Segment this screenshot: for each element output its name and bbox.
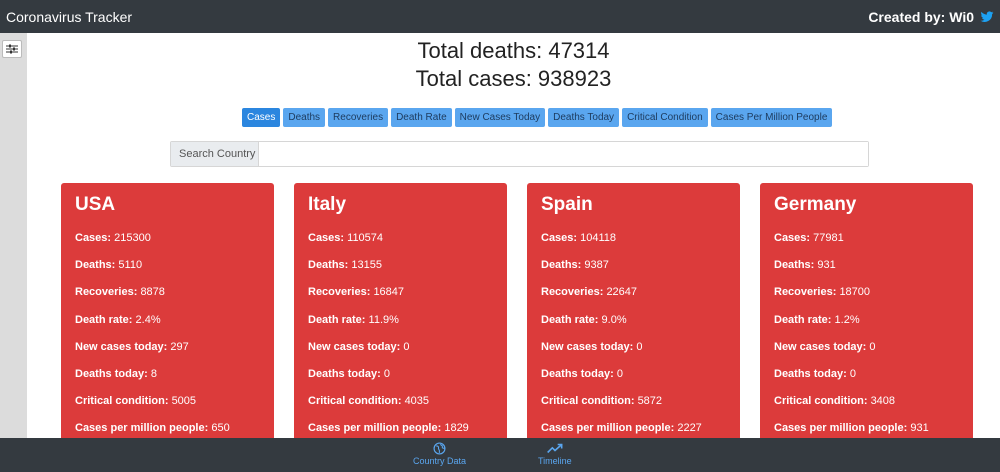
stat-death-rate: Death rate: 11.9% xyxy=(308,313,399,326)
app-title: Coronavirus Tracker xyxy=(6,8,133,25)
stat-deaths: Deaths: 5110 xyxy=(75,259,143,272)
stat-deaths-today: Deaths today: 0 xyxy=(308,367,390,380)
nav-country-data-label: Country Data xyxy=(413,456,467,466)
search-country-group: Search Country xyxy=(170,141,869,167)
country-card-germany[interactable]: Germany Cases: 77981 Deaths: 931 Recover… xyxy=(760,183,973,438)
stat-new-cases-today: New cases today: 297 xyxy=(75,340,189,353)
stat-deaths: Deaths: 9387 xyxy=(541,259,609,272)
stat-new-cases-today: New cases today: 0 xyxy=(541,340,643,353)
stat-cases-per-million: Cases per million people: 1829 xyxy=(308,422,469,435)
top-navbar: Coronavirus Tracker Created by: Wi0 xyxy=(0,0,1000,33)
stat-recoveries: Recoveries: 8878 xyxy=(75,286,165,299)
sort-recoveries-button[interactable]: Recoveries xyxy=(328,108,389,127)
bottom-navigation: Country Data Timeline xyxy=(0,438,1000,472)
stat-cases: Cases: 77981 xyxy=(774,232,844,244)
search-country-label: Search Country xyxy=(171,142,259,166)
stat-death-rate: Death rate: 1.2% xyxy=(774,313,860,326)
country-name: Germany xyxy=(774,194,857,215)
stat-cases-per-million: Cases per million people: 2227 xyxy=(541,422,702,435)
total-deaths: Total deaths: 47314 xyxy=(417,38,610,63)
sort-new-cases-today-button[interactable]: New Cases Today xyxy=(454,108,546,127)
search-country-input[interactable] xyxy=(259,142,868,166)
sort-death-rate-button[interactable]: Death Rate xyxy=(391,108,452,127)
nav-timeline[interactable]: Timeline xyxy=(538,442,572,466)
sidebar xyxy=(0,33,27,438)
stat-deaths-today: Deaths today: 0 xyxy=(541,367,623,380)
sort-button-group: Cases Deaths Recoveries Death Rate New C… xyxy=(242,108,833,127)
stat-cases: Cases: 104118 xyxy=(541,232,617,244)
stat-recoveries: Recoveries: 18700 xyxy=(774,286,871,299)
stat-recoveries: Recoveries: 16847 xyxy=(308,286,405,299)
stat-cases-per-million: Cases per million people: 931 xyxy=(774,422,929,435)
stat-cases: Cases: 215300 xyxy=(75,232,151,244)
total-cases: Total cases: 938923 xyxy=(415,66,612,91)
stat-cases: Cases: 110574 xyxy=(308,232,384,244)
sort-cases-per-million-button[interactable]: Cases Per Million People xyxy=(710,108,833,127)
country-name: Italy xyxy=(308,194,347,215)
country-name: USA xyxy=(75,194,116,215)
globe-icon xyxy=(433,442,446,455)
stat-deaths: Deaths: 13155 xyxy=(308,259,382,272)
filter-button[interactable] xyxy=(2,40,22,58)
stat-recoveries: Recoveries: 22647 xyxy=(541,286,638,299)
sort-deaths-button[interactable]: Deaths xyxy=(283,108,326,127)
main-content: Total deaths: 47314 Total cases: 938923 … xyxy=(27,33,1000,438)
country-card-usa[interactable]: USA Cases: 215300 Deaths: 5110 Recoverie… xyxy=(61,183,274,438)
stat-cases-per-million: Cases per million people: 650 xyxy=(75,422,230,435)
country-card-italy[interactable]: Italy Cases: 110574 Deaths: 13155 Recove… xyxy=(294,183,507,438)
stat-death-rate: Death rate: 9.0% xyxy=(541,313,627,326)
trending-up-icon xyxy=(546,443,563,454)
stat-critical-condition: Critical condition: 4035 xyxy=(308,395,430,408)
stat-critical-condition: Critical condition: 5872 xyxy=(541,395,663,408)
totals: Total deaths: 47314 Total cases: 938923 xyxy=(27,37,1000,93)
stat-critical-condition: Critical condition: 3408 xyxy=(774,395,896,408)
stat-deaths: Deaths: 931 xyxy=(774,259,836,272)
credit: Created by: Wi0 xyxy=(868,9,994,25)
stat-death-rate: Death rate: 2.4% xyxy=(75,313,161,326)
stat-new-cases-today: New cases today: 0 xyxy=(774,340,876,353)
sort-deaths-today-button[interactable]: Deaths Today xyxy=(548,108,620,127)
nav-timeline-label: Timeline xyxy=(538,456,572,466)
stat-deaths-today: Deaths today: 8 xyxy=(75,367,157,380)
country-cards: USA Cases: 215300 Deaths: 5110 Recoverie… xyxy=(61,183,973,438)
stat-new-cases-today: New cases today: 0 xyxy=(308,340,410,353)
country-card-spain[interactable]: Spain Cases: 104118 Deaths: 9387 Recover… xyxy=(527,183,740,438)
nav-country-data[interactable]: Country Data xyxy=(413,442,466,466)
country-name: Spain xyxy=(541,194,593,215)
stat-critical-condition: Critical condition: 5005 xyxy=(75,395,197,408)
sliders-icon xyxy=(6,44,18,54)
stat-deaths-today: Deaths today: 0 xyxy=(774,367,856,380)
sort-cases-button[interactable]: Cases xyxy=(242,108,281,127)
sort-critical-condition-button[interactable]: Critical Condition xyxy=(622,108,708,127)
credit-text: Created by: Wi0 xyxy=(868,8,974,25)
twitter-icon[interactable] xyxy=(980,10,994,24)
